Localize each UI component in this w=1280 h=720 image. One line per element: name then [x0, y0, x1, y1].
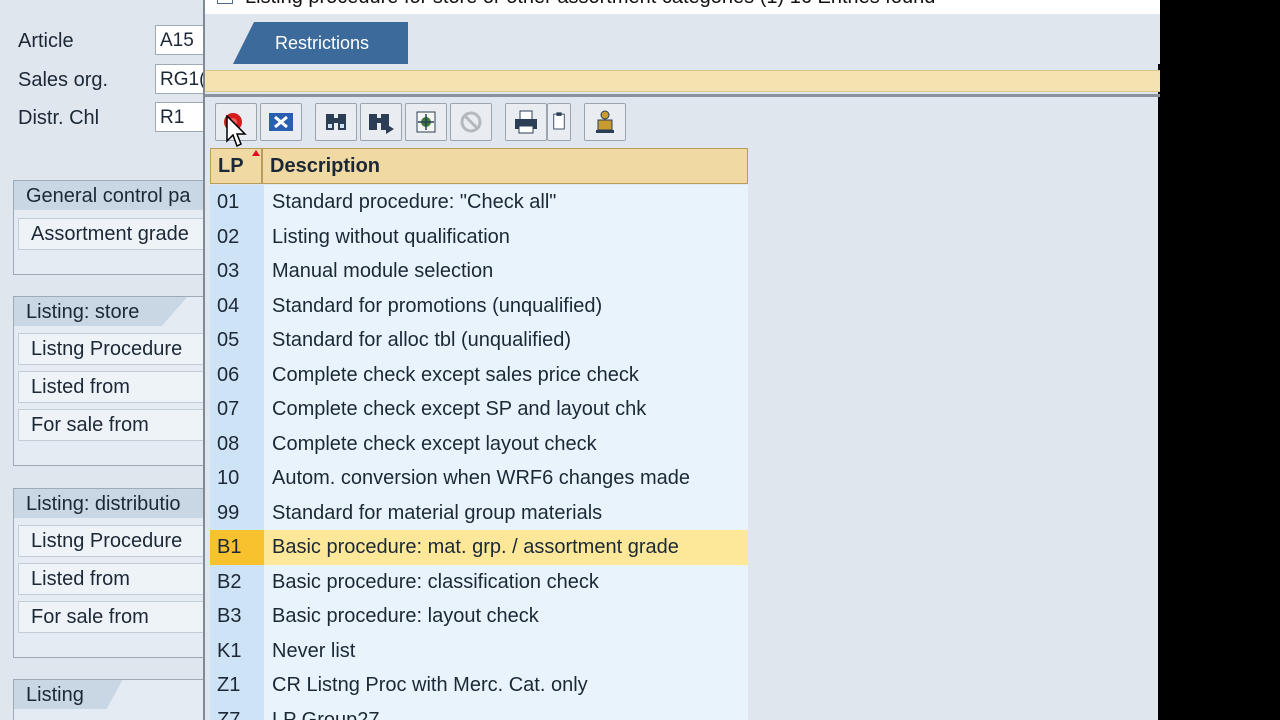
- description-cell: Standard for alloc tbl (unqualified): [264, 323, 748, 358]
- table-row[interactable]: 04 Standard for promotions (unqualified): [210, 288, 748, 323]
- listing-store-tab: Listing: store: [13, 296, 188, 326]
- print-button[interactable]: [505, 103, 547, 141]
- restrictions-area: [205, 70, 1160, 92]
- table-row[interactable]: 10 Autom. conversion when WRF6 changes ma…: [210, 461, 748, 496]
- lp-cell: 01: [210, 185, 264, 220]
- description-cell: Complete check except layout check: [264, 426, 748, 461]
- help-button[interactable]: [450, 103, 492, 141]
- lp-cell: Z1: [210, 668, 264, 703]
- table-row-selected[interactable]: B1 Basic procedure: mat. grp. / assortmen…: [210, 530, 748, 565]
- table-row[interactable]: Z7 LP Group27: [210, 702, 748, 720]
- lp-cell: 02: [210, 219, 264, 254]
- clipboard-button[interactable]: [547, 103, 571, 141]
- listing-tab: Listing: [13, 679, 123, 709]
- print-icon: [515, 110, 537, 134]
- table-body: 01 Standard procedure: "Check all" 02 List…: [210, 185, 748, 720]
- lp-cell: B3: [210, 599, 264, 634]
- general-control-tab: General control pa: [13, 180, 213, 210]
- article-label: Article: [18, 30, 74, 52]
- new-entry-button[interactable]: [405, 103, 447, 141]
- lp-cell: 99: [210, 495, 264, 530]
- description-cell: Autom. conversion when WRF6 changes made: [264, 461, 748, 496]
- description-cell: Listing without qualification: [264, 219, 748, 254]
- store-listing-procedure-label: Listng Procedure: [18, 333, 208, 365]
- listing-distribution-tab: Listing: distributio: [13, 488, 213, 518]
- lp-cell: 05: [210, 323, 264, 358]
- lp-cell: 06: [210, 357, 264, 392]
- description-cell: Standard for promotions (unqualified): [264, 288, 748, 323]
- description-cell: Standard for material group materials: [264, 495, 748, 530]
- dist-listed-from-label: Listed from: [18, 563, 208, 595]
- table-row[interactable]: 06 Complete check except sales price chec…: [210, 357, 748, 392]
- description-cell: Complete check except sales price check: [264, 357, 748, 392]
- description-cell: Complete check except SP and layout chk: [264, 392, 748, 427]
- description-cell: Basic procedure: layout check: [264, 599, 748, 634]
- lp-cell: 04: [210, 288, 264, 323]
- description-cell: Basic procedure: classification check: [264, 564, 748, 599]
- table-row[interactable]: 08 Complete check except layout check: [210, 426, 748, 461]
- mouse-cursor-icon: [226, 115, 247, 148]
- description-cell: LP Group27: [264, 702, 748, 720]
- sort-ascending-icon: [252, 150, 260, 156]
- table-row[interactable]: K1 Never list: [210, 633, 748, 668]
- lp-cell: 03: [210, 254, 264, 289]
- distr-chl-label: Distr. Chl: [18, 107, 100, 129]
- lp-cell: 10: [210, 461, 264, 496]
- personal-list-icon: [596, 110, 614, 133]
- find-next-icon: [369, 114, 394, 134]
- description-cell: CR Listng Proc with Merc. Cat. only: [264, 668, 748, 703]
- find-icon: [326, 114, 346, 130]
- tab-strip: Restrictions: [205, 14, 1160, 64]
- table-row[interactable]: B2 Basic procedure: classification check: [210, 564, 748, 599]
- table-row[interactable]: Z1 CR Listng Proc with Merc. Cat. only: [210, 668, 748, 703]
- find-next-button[interactable]: [360, 103, 402, 141]
- store-for-sale-from-label: For sale from: [18, 409, 208, 441]
- window-icon: [217, 0, 233, 4]
- column-header-lp[interactable]: LP: [210, 148, 262, 184]
- table-row[interactable]: 03 Manual module selection: [210, 254, 748, 289]
- find-button[interactable]: [315, 103, 357, 141]
- table-row[interactable]: 01 Standard procedure: "Check all": [210, 185, 748, 220]
- tab-restrictions[interactable]: Restrictions: [233, 22, 408, 64]
- sales-org-label: Sales org.: [18, 69, 109, 91]
- description-cell: Never list: [264, 633, 748, 668]
- description-cell: Manual module selection: [264, 254, 748, 289]
- lp-cell: 07: [210, 392, 264, 427]
- description-cell: Basic procedure: mat. grp. / assortment …: [264, 530, 748, 565]
- dialog-toolbar: [215, 103, 626, 143]
- table-row[interactable]: 99 Standard for material group materials: [210, 495, 748, 530]
- cancel-icon: [269, 113, 293, 131]
- table-row[interactable]: 05 Standard for alloc tbl (unqualified): [210, 323, 748, 358]
- clipboard-icon: [553, 112, 565, 130]
- help-icon: [460, 111, 482, 133]
- column-header-lp-label: LP: [218, 155, 244, 177]
- new-entry-icon: [416, 111, 436, 133]
- dialog-title-bar: Listing procedure for store or other ass…: [205, 0, 1160, 14]
- lp-cell: K1: [210, 633, 264, 668]
- lp-cell: B1: [210, 530, 264, 565]
- store-listed-from-label: Listed from: [18, 371, 208, 403]
- dist-listing-procedure-label: Listng Procedure: [18, 525, 208, 557]
- description-cell: Standard procedure: "Check all": [264, 185, 748, 220]
- dialog-title: Listing procedure for store or other ass…: [245, 0, 935, 8]
- personal-list-button[interactable]: [584, 103, 626, 141]
- lp-cell: Z7: [210, 702, 264, 720]
- column-header-description[interactable]: Description: [262, 148, 748, 184]
- dist-for-sale-from-label: For sale from: [18, 601, 208, 633]
- table-row[interactable]: 02 Listing without qualification: [210, 219, 748, 254]
- lp-cell: B2: [210, 564, 264, 599]
- cancel-button[interactable]: [260, 103, 302, 141]
- table-row[interactable]: 07 Complete check except SP and layout ch…: [210, 392, 748, 427]
- lp-cell: 08: [210, 426, 264, 461]
- table-row[interactable]: B3 Basic procedure: layout check: [210, 599, 748, 634]
- divider: [205, 94, 1160, 97]
- value-help-dialog: Restrictions Listing procedure for store…: [203, 0, 1160, 720]
- assortment-grade-label: Assortment grade: [18, 218, 208, 250]
